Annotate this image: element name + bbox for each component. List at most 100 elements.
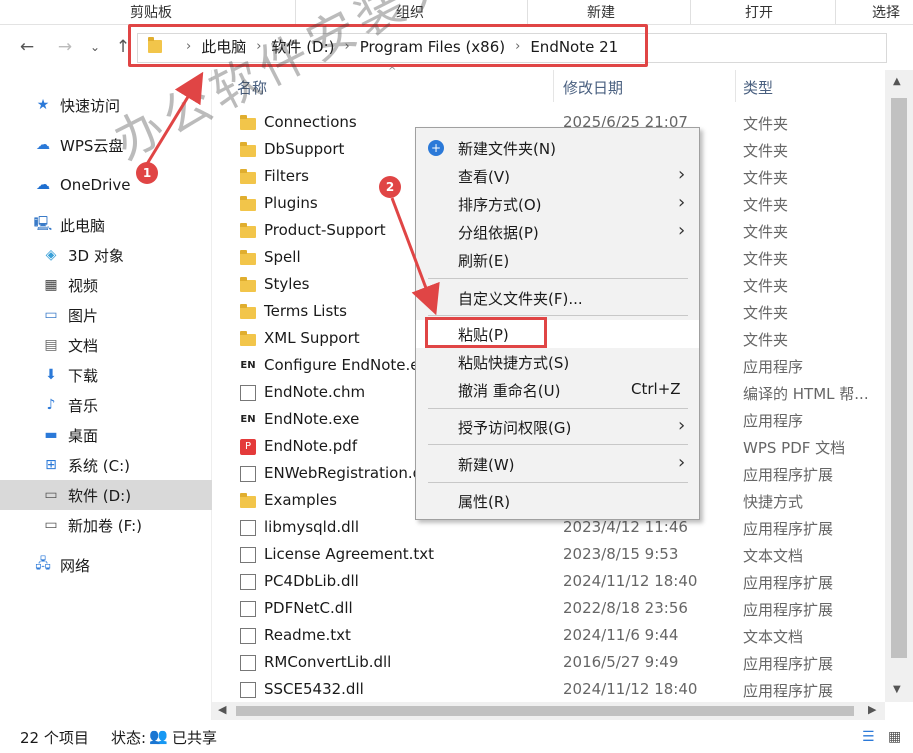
file-name: libmysqld.dll	[264, 518, 359, 536]
file-date: 2022/8/18 23:56	[563, 599, 688, 617]
breadcrumb-program-files[interactable]: Program Files (x86)	[360, 38, 505, 56]
network-icon: 🖧	[35, 556, 51, 572]
file-icon	[240, 655, 256, 671]
nav-item-onedrive[interactable]: ☁ OneDrive	[0, 170, 212, 200]
column-header-date[interactable]: 修改日期	[563, 70, 623, 102]
breadcrumb-endnote[interactable]: EndNote 21	[530, 38, 618, 56]
nav-item-this-pc[interactable]: 🖳 此电脑	[0, 210, 212, 240]
nav-item-label: 下载	[68, 366, 99, 385]
folder-icon	[240, 142, 256, 157]
nav-item-label: 视频	[68, 276, 99, 295]
chevron-right-icon[interactable]: ›	[515, 39, 520, 54]
nav-item-music[interactable]: ♪ 音乐	[0, 390, 212, 420]
ribbon-group-open[interactable]: 打开	[745, 2, 773, 22]
desktop-icon: ▬	[44, 427, 58, 443]
file-type: 文件夹	[743, 169, 789, 187]
chevron-right-icon[interactable]: ›	[186, 39, 191, 54]
vertical-scroll-thumb[interactable]	[891, 98, 907, 658]
file-row[interactable]: RMConvertLib.dll 2016/5/27 9:49 应用程序扩展	[232, 650, 884, 677]
file-row[interactable]: PDFNetC.dll 2022/8/18 23:56 应用程序扩展	[232, 596, 884, 623]
file-name: EndNote.pdf	[264, 437, 358, 455]
menu-item-group[interactable]: 分组依据(P) ›	[416, 218, 699, 246]
chevron-right-icon[interactable]: ›	[345, 39, 350, 54]
nav-item-label: WPS云盘	[60, 136, 124, 155]
large-icons-view-icon[interactable]: ▦	[888, 729, 901, 745]
endnote-app-icon: EN	[240, 414, 256, 425]
breadcrumb-drive-d[interactable]: 软件 (D:)	[271, 36, 334, 57]
recent-chevron-down-icon[interactable]: ⌄	[84, 40, 106, 54]
ribbon-group-organize[interactable]: 组织	[396, 2, 424, 22]
chevron-right-icon[interactable]: ›	[256, 39, 261, 54]
menu-item-new[interactable]: 新建(W) ›	[416, 450, 699, 478]
ribbon-group-select[interactable]: 选择	[872, 2, 900, 22]
drive-icon: ▭	[44, 517, 58, 533]
scroll-left-arrow-icon[interactable]: ◀	[218, 703, 226, 716]
picture-icon: ▭	[44, 307, 58, 323]
menu-item-customize-folder[interactable]: 自定义文件夹(F)...	[416, 284, 699, 312]
file-type: 应用程序	[743, 412, 804, 430]
column-divider[interactable]	[553, 70, 554, 102]
nav-item-downloads[interactable]: ⬇ 下载	[0, 360, 212, 390]
file-date: 2023/4/12 11:46	[563, 518, 688, 536]
file-type: 文件夹	[743, 277, 789, 295]
back-arrow-icon[interactable]: ←	[16, 37, 38, 57]
menu-separator	[428, 278, 688, 279]
vertical-scrollbar[interactable]: ▲ ▼	[885, 70, 913, 702]
file-row[interactable]: Readme.txt 2024/11/6 9:44 文本文档	[232, 623, 884, 650]
horizontal-scrollbar[interactable]: ◀ ▶	[212, 702, 885, 720]
menu-item-grant-access[interactable]: 授予访问权限(G) ›	[416, 413, 699, 441]
menu-item-new-folder[interactable]: + 新建文件夹(N)	[416, 134, 699, 162]
submenu-chevron-icon: ›	[678, 415, 686, 436]
nav-item-desktop[interactable]: ▬ 桌面	[0, 420, 212, 450]
ribbon-group-new[interactable]: 新建	[587, 2, 615, 22]
menu-item-paste-shortcut[interactable]: 粘贴快捷方式(S)	[416, 348, 699, 376]
nav-item-pictures[interactable]: ▭ 图片	[0, 300, 212, 330]
file-name: DbSupport	[264, 140, 345, 158]
breadcrumb-this-pc[interactable]: 此电脑	[201, 36, 246, 57]
sort-ascending-icon: ^	[388, 66, 397, 77]
file-name: EndNote.chm	[264, 383, 366, 401]
column-divider[interactable]	[735, 70, 736, 102]
file-name: Spell	[264, 248, 301, 266]
file-date: 2024/11/12 18:40	[563, 680, 698, 698]
nav-item-wps-cloud[interactable]: ☁ WPS云盘	[0, 130, 212, 160]
nav-item-quick-access[interactable]: ★ 快速访问	[0, 90, 212, 120]
horizontal-scroll-thumb[interactable]	[236, 706, 854, 716]
file-type: 文件夹	[743, 115, 789, 133]
nav-item-label: 桌面	[68, 426, 99, 445]
up-arrow-icon[interactable]: ↑	[112, 37, 134, 57]
menu-item-view[interactable]: 查看(V) ›	[416, 162, 699, 190]
folder-icon	[240, 115, 256, 130]
nav-item-drive-f[interactable]: ▭ 新加卷 (F:)	[0, 510, 212, 540]
file-type: 文件夹	[743, 250, 789, 268]
nav-item-network[interactable]: 🖧 网络	[0, 550, 212, 580]
nav-item-documents[interactable]: ▤ 文档	[0, 330, 212, 360]
file-row[interactable]: SSCE5432.dll 2024/11/12 18:40 应用程序扩展	[232, 677, 884, 704]
menu-separator	[428, 408, 688, 409]
nav-item-drive-d[interactable]: ▭ 软件 (D:)	[0, 480, 212, 510]
nav-item-videos[interactable]: ▦ 视频	[0, 270, 212, 300]
scroll-up-arrow-icon[interactable]: ▲	[893, 76, 901, 87]
menu-item-properties[interactable]: 属性(R)	[416, 487, 699, 515]
forward-arrow-icon[interactable]: →	[54, 37, 76, 57]
nav-item-3d-objects[interactable]: ◈ 3D 对象	[0, 240, 212, 270]
menu-item-refresh[interactable]: 刷新(E)	[416, 246, 699, 274]
details-view-icon[interactable]: ☰	[862, 729, 875, 745]
scroll-down-arrow-icon[interactable]: ▼	[893, 684, 901, 695]
nav-item-label: 系统 (C:)	[68, 456, 130, 475]
nav-item-drive-c[interactable]: ⊞ 系统 (C:)	[0, 450, 212, 480]
file-row[interactable]: PC4DbLib.dll 2024/11/12 18:40 应用程序扩展	[232, 569, 884, 596]
menu-item-undo-rename[interactable]: 撤消 重命名(U) Ctrl+Z	[416, 376, 699, 404]
file-name: PDFNetC.dll	[264, 599, 353, 617]
menu-item-sort[interactable]: 排序方式(O) ›	[416, 190, 699, 218]
file-type: 编译的 HTML 帮...	[743, 385, 869, 403]
column-header-name[interactable]: 名称	[237, 70, 267, 102]
file-type: 应用程序扩展	[743, 520, 834, 538]
column-header-type[interactable]: 类型	[743, 70, 773, 102]
ribbon-group-clipboard[interactable]: 剪贴板	[130, 2, 172, 22]
menu-item-paste[interactable]: 粘贴(P)	[416, 320, 699, 348]
ribbon-divider	[690, 0, 691, 24]
submenu-chevron-icon: ›	[678, 164, 686, 185]
file-row[interactable]: License Agreement.txt 2023/8/15 9:53 文本文档	[232, 542, 884, 569]
scroll-right-arrow-icon[interactable]: ▶	[868, 703, 876, 716]
